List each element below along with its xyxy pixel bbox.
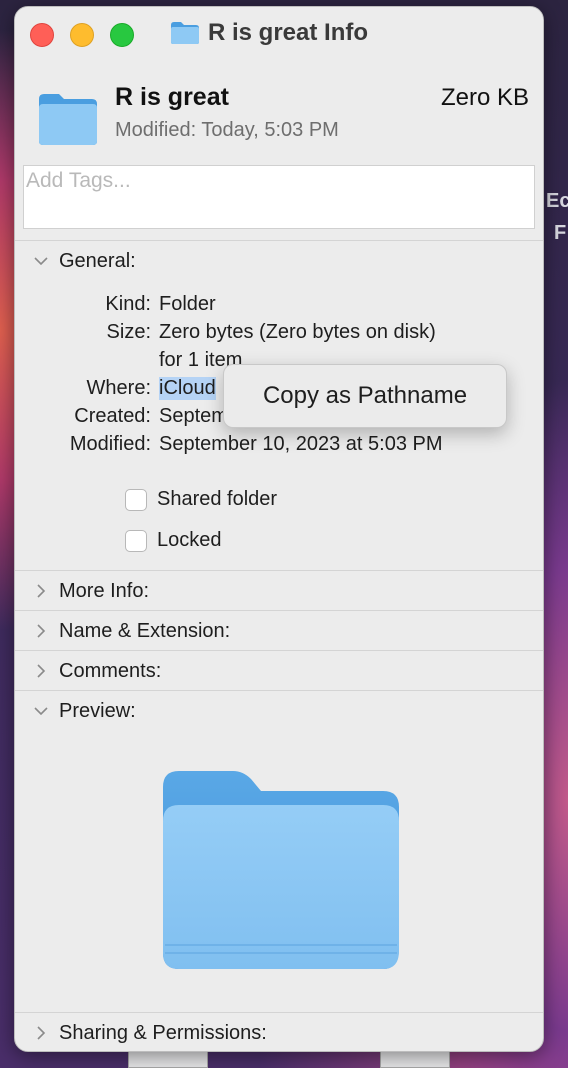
chevron-right-icon xyxy=(31,1023,51,1043)
folder-preview-icon xyxy=(161,769,401,974)
locked-label: Locked xyxy=(157,529,222,551)
shared-folder-checkbox[interactable] xyxy=(125,488,147,511)
desktop-label-2: F xyxy=(554,222,567,244)
locked-option[interactable]: Locked xyxy=(125,529,222,552)
kind-value: Folder xyxy=(159,293,216,315)
more-info-label: More Info: xyxy=(59,579,150,602)
window-title: R is great Info xyxy=(208,19,369,46)
close-button[interactable] xyxy=(30,23,54,47)
general-label: General: xyxy=(59,249,136,272)
chevron-right-icon xyxy=(31,581,51,601)
modified-date: Modified: Today, 5:03 PM xyxy=(115,119,339,141)
minimize-button[interactable] xyxy=(70,23,94,47)
locked-checkbox[interactable] xyxy=(125,529,147,552)
sharing-label: Sharing & Permissions: xyxy=(59,1021,267,1044)
comments-section: Comments: xyxy=(15,650,543,691)
desktop-file-thumbnail[interactable] xyxy=(380,1050,450,1068)
info-window: R is great Info R is great Zero KB Modif… xyxy=(14,6,544,1052)
shared-folder-label: Shared folder xyxy=(157,488,278,510)
maximize-button[interactable] xyxy=(110,23,134,47)
where-value[interactable]: iCloud xyxy=(159,377,216,400)
sharing-header[interactable]: Sharing & Permissions: xyxy=(15,1013,543,1051)
chevron-right-icon xyxy=(31,661,51,681)
created-label: Created: xyxy=(74,405,151,427)
preview-label: Preview: xyxy=(59,699,136,722)
chevron-down-icon xyxy=(31,701,51,721)
where-label: Where: xyxy=(86,377,151,399)
desktop-label-1: Ec xyxy=(546,190,568,212)
file-header: R is great Zero KB Modified: Today, 5:03… xyxy=(15,63,543,163)
folder-icon xyxy=(170,21,200,45)
chevron-right-icon xyxy=(31,621,51,641)
comments-header[interactable]: Comments: xyxy=(15,651,543,691)
sharing-section: Sharing & Permissions: xyxy=(15,1012,543,1051)
chevron-down-icon xyxy=(31,251,51,271)
general-header[interactable]: General: xyxy=(15,241,543,281)
desktop-file-thumbnail[interactable] xyxy=(128,1050,208,1068)
name-extension-section: Name & Extension: xyxy=(15,610,543,651)
kind-label: Kind: xyxy=(105,293,151,315)
comments-label: Comments: xyxy=(59,659,162,682)
size-label: Size: xyxy=(106,321,151,343)
modified-value: September 10, 2023 at 5:03 PM xyxy=(159,433,443,455)
tags-input[interactable]: Add Tags... xyxy=(23,165,535,229)
title-bar[interactable]: R is great Info xyxy=(15,7,543,63)
file-name: R is great xyxy=(115,83,229,111)
preview-header[interactable]: Preview: xyxy=(15,691,543,731)
shared-folder-option[interactable]: Shared folder xyxy=(125,488,277,511)
file-size: Zero KB xyxy=(440,84,529,111)
name-extension-header[interactable]: Name & Extension: xyxy=(15,611,543,651)
name-extension-label: Name & Extension: xyxy=(59,619,231,642)
copy-as-pathname-menu-item[interactable]: Copy as Pathname xyxy=(223,364,507,428)
created-value: Septem xyxy=(159,405,228,427)
more-info-header[interactable]: More Info: xyxy=(15,571,543,611)
size-value: Zero bytes (Zero bytes on disk) xyxy=(159,321,436,343)
more-info-section: More Info: xyxy=(15,570,543,611)
modified-label: Modified: xyxy=(69,433,151,455)
folder-icon xyxy=(37,91,99,147)
